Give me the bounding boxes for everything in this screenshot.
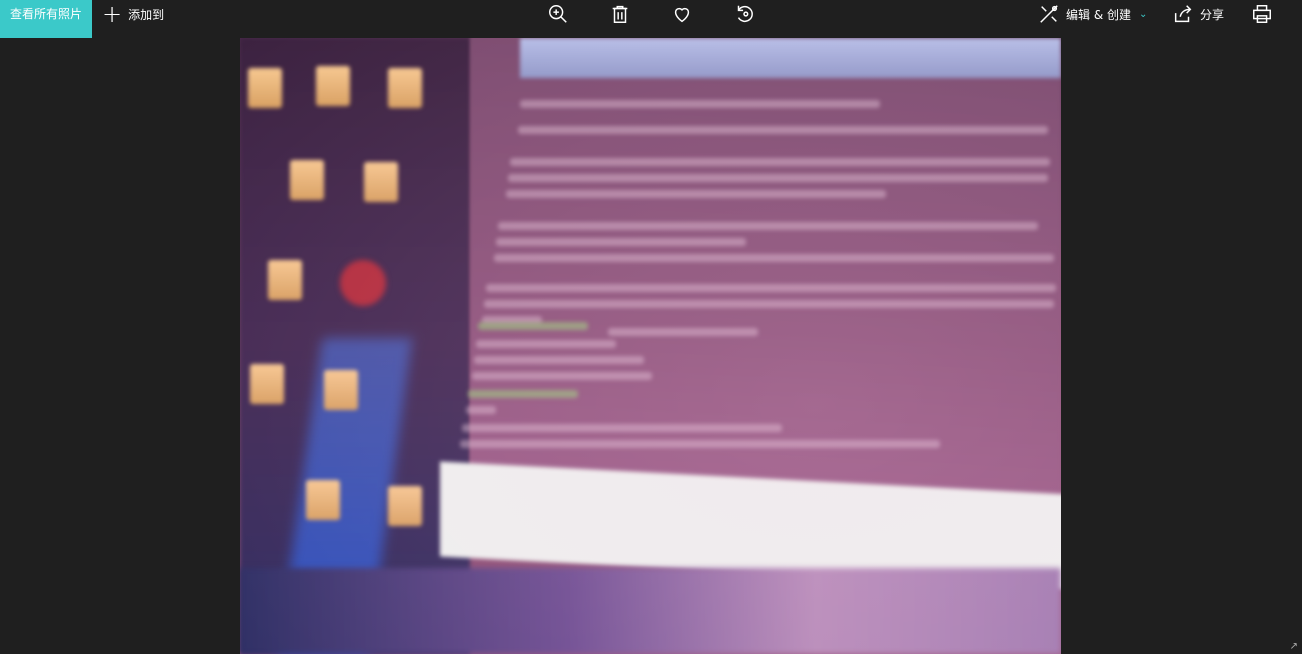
view-all-photos-label: 查看所有照片 — [9, 7, 82, 21]
chevron-down-icon: ⌄ — [1139, 8, 1148, 20]
share-button[interactable]: 分享 — [1172, 0, 1224, 28]
print-button[interactable] — [1245, 0, 1279, 28]
favorite-button[interactable] — [665, 0, 699, 28]
add-to-button[interactable]: + 添加到 — [102, 0, 164, 28]
share-label: 分享 — [1200, 7, 1225, 22]
view-all-photos-button[interactable]: 查看所有照片 — [0, 0, 92, 38]
add-to-label: 添加到 — [128, 7, 165, 22]
top-toolbar: 查看所有照片 + 添加到 编辑 & 创建 ⌄ 分享 — [0, 0, 1302, 38]
trash-icon — [612, 5, 628, 23]
plus-icon: + — [102, 0, 123, 28]
heart-icon — [674, 7, 690, 23]
print-icon — [1253, 5, 1271, 23]
share-icon — [1174, 5, 1192, 23]
edit-create-label: 编辑 & 创建 — [1066, 7, 1131, 22]
zoom-in-icon — [549, 5, 567, 23]
photo-haze — [240, 38, 1061, 654]
rotate-icon — [737, 5, 753, 23]
edit-create-menu[interactable]: 编辑 & 创建 ⌄ — [1038, 0, 1147, 28]
zoom-in-button[interactable] — [541, 0, 575, 28]
rotate-button[interactable] — [727, 0, 761, 28]
edit-create-icon — [1040, 5, 1058, 23]
photo-viewer-image — [240, 38, 1061, 654]
expand-arrow-icon[interactable]: ↗ — [1290, 641, 1298, 652]
delete-button[interactable] — [603, 0, 637, 28]
